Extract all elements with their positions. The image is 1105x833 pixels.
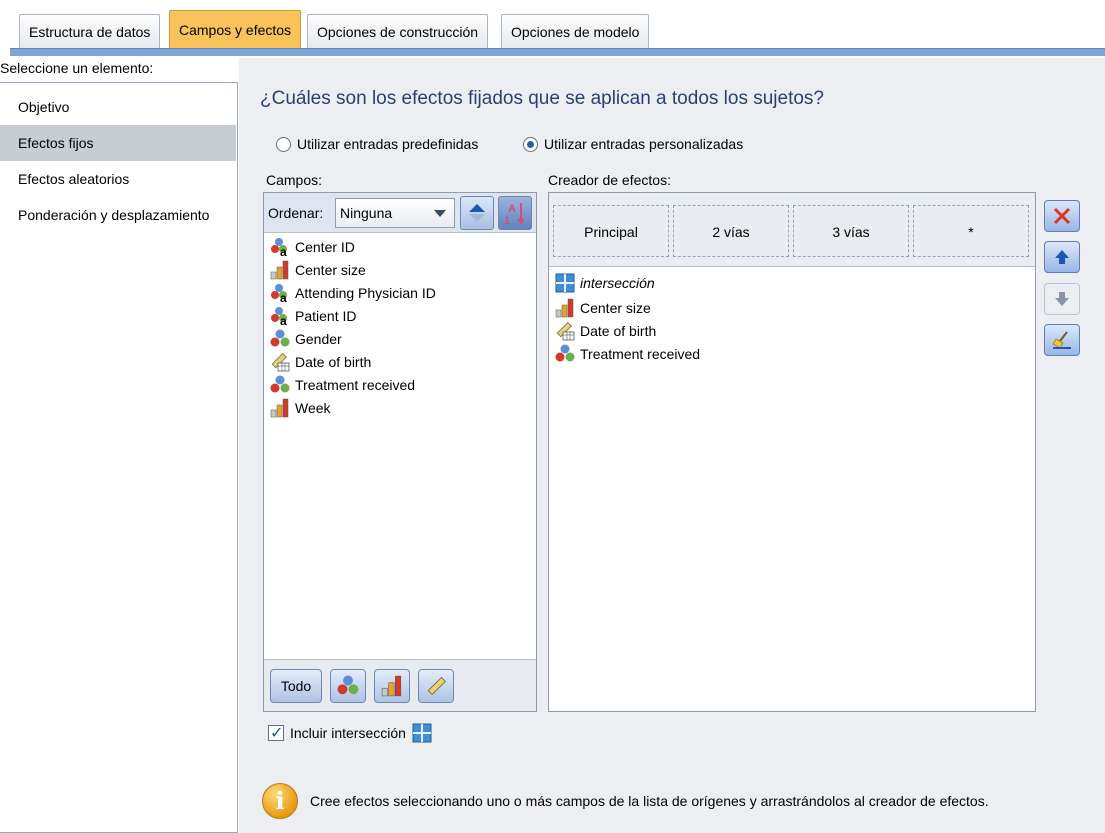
fields-label: Campos: bbox=[266, 172, 323, 188]
nominal-icon bbox=[555, 344, 575, 361]
include-intercept-checkbox[interactable]: Incluir intersección bbox=[268, 723, 432, 743]
ordinal-icon bbox=[270, 260, 289, 279]
intercept-icon bbox=[412, 723, 432, 743]
filter-all-button[interactable]: Todo bbox=[270, 669, 322, 703]
effect-item[interactable]: intersección bbox=[555, 271, 655, 294]
filter-scale-button[interactable] bbox=[418, 669, 454, 703]
scale-date-icon bbox=[271, 352, 290, 371]
field-name: Center size bbox=[295, 261, 366, 278]
nominal-icon bbox=[270, 375, 290, 392]
sort-direction-button[interactable] bbox=[460, 196, 494, 230]
sort-arrows-icon bbox=[469, 204, 485, 222]
left-item-ponderacion[interactable]: Ponderación y desplazamiento bbox=[0, 197, 236, 233]
left-item-efectos-fijos[interactable]: Efectos fijos bbox=[0, 125, 236, 161]
ruler-icon bbox=[427, 676, 446, 696]
move-down-button[interactable] bbox=[1044, 283, 1080, 315]
builder-column-header: Principal 2 vías 3 vías * bbox=[549, 193, 1035, 267]
column-3-way[interactable]: 3 vías bbox=[793, 205, 909, 257]
page-question: ¿Cuáles son los efectos fijados que se a… bbox=[260, 88, 824, 109]
clear-effects-button[interactable] bbox=[1044, 324, 1080, 356]
field-item[interactable]: a Attending Physician ID bbox=[270, 281, 436, 304]
radio-predefined-circle[interactable] bbox=[276, 136, 291, 152]
svg-text:a: a bbox=[280, 291, 287, 303]
svg-text:a: a bbox=[280, 245, 287, 257]
sort-dropdown[interactable]: Ninguna bbox=[335, 198, 455, 228]
radio-custom-label: Utilizar entradas personalizadas bbox=[544, 136, 744, 152]
intercept-icon bbox=[555, 273, 575, 292]
tab-campos-y-efectos[interactable]: Campos y efectos bbox=[169, 10, 302, 48]
ordinal-icon bbox=[555, 298, 574, 317]
svg-text:a: a bbox=[280, 314, 287, 326]
fields-list[interactable]: Ordenar: Ninguna A 1 a Center ID Center … bbox=[263, 192, 537, 712]
field-item[interactable]: Date of birth bbox=[270, 350, 371, 373]
info-message: Cree efectos seleccionando uno o más cam… bbox=[310, 793, 989, 809]
select-element-label: Seleccione un elemento: bbox=[0, 60, 154, 76]
filter-ordinal-button[interactable] bbox=[374, 669, 410, 703]
delete-icon bbox=[1053, 207, 1071, 225]
effect-name: intersección bbox=[580, 274, 655, 291]
ordinal-icon bbox=[270, 398, 289, 417]
field-name: Center ID bbox=[295, 238, 355, 255]
tab-estructura-de-datos[interactable]: Estructura de datos bbox=[19, 14, 161, 48]
sort-alpha-icon: A 1 bbox=[504, 203, 525, 227]
field-name: Patient ID bbox=[295, 307, 357, 324]
field-name: Treatment received bbox=[295, 376, 416, 393]
arrow-up-icon bbox=[1055, 250, 1069, 264]
effect-item[interactable]: Treatment received bbox=[555, 342, 700, 365]
effect-name: Center size bbox=[580, 299, 651, 316]
move-up-button[interactable] bbox=[1044, 241, 1080, 273]
effect-item[interactable]: Date of birth bbox=[555, 319, 656, 342]
field-name: Gender bbox=[295, 330, 342, 347]
info-icon: i bbox=[262, 783, 298, 819]
arrow-down-icon bbox=[1055, 292, 1069, 306]
field-item[interactable]: Treatment received bbox=[270, 373, 415, 396]
effect-builder[interactable]: Principal 2 vías 3 vías * intersección C… bbox=[548, 192, 1036, 712]
column-principal[interactable]: Principal bbox=[553, 205, 669, 257]
field-name: Week bbox=[295, 399, 331, 416]
delete-effect-button[interactable] bbox=[1044, 200, 1080, 232]
fields-filter-bar: Todo bbox=[264, 659, 536, 711]
filter-nominal-button[interactable] bbox=[330, 669, 366, 703]
sort-value: Ninguna bbox=[340, 205, 393, 221]
column-star[interactable]: * bbox=[913, 205, 1029, 257]
sort-alphabetical-button[interactable]: A 1 bbox=[498, 196, 532, 230]
include-intercept-label: Incluir intersección bbox=[290, 725, 406, 741]
nominal-icon bbox=[270, 329, 290, 346]
left-item-efectos-aleatorios[interactable]: Efectos aleatorios bbox=[0, 161, 236, 197]
nominal-text-icon: a bbox=[271, 283, 287, 303]
field-item[interactable]: Week bbox=[270, 396, 331, 419]
sort-bar: Ordenar: Ninguna A 1 bbox=[264, 193, 536, 233]
nominal-icon bbox=[337, 675, 359, 695]
include-intercept-box[interactable] bbox=[268, 723, 284, 742]
left-item-objetivo[interactable]: Objetivo bbox=[0, 89, 236, 125]
field-name: Attending Physician ID bbox=[295, 284, 436, 301]
tab-opciones-de-construccion[interactable]: Opciones de construcción bbox=[307, 14, 489, 48]
field-item[interactable]: a Patient ID bbox=[270, 304, 356, 327]
element-list: Objetivo Efectos fijos Efectos aleatorio… bbox=[0, 82, 238, 833]
ordinal-icon bbox=[381, 675, 402, 697]
nominal-text-icon: a bbox=[271, 237, 287, 257]
field-name: Date of birth bbox=[295, 353, 372, 370]
radio-custom[interactable]: Utilizar entradas personalizadas bbox=[523, 136, 743, 152]
radio-predefined[interactable]: Utilizar entradas predefinidas bbox=[276, 136, 478, 152]
tab-opciones-de-modelo[interactable]: Opciones de modelo bbox=[501, 14, 650, 48]
radio-predefined-label: Utilizar entradas predefinidas bbox=[297, 136, 479, 152]
scale-date-icon bbox=[556, 321, 575, 340]
field-item[interactable]: Gender bbox=[270, 327, 342, 350]
broom-icon bbox=[1052, 331, 1071, 349]
svg-text:1: 1 bbox=[504, 215, 510, 227]
builder-label: Creador de efectos: bbox=[548, 172, 671, 188]
sort-label: Ordenar: bbox=[268, 205, 324, 221]
svg-text:A: A bbox=[508, 203, 516, 215]
nominal-text-icon: a bbox=[271, 306, 287, 326]
column-2-way[interactable]: 2 vías bbox=[673, 205, 789, 257]
tab-strip bbox=[10, 48, 1105, 56]
chevron-down-icon bbox=[434, 210, 446, 217]
radio-custom-circle[interactable] bbox=[523, 136, 538, 152]
field-item[interactable]: a Center ID bbox=[270, 235, 355, 258]
effect-name: Date of birth bbox=[580, 322, 657, 339]
field-item[interactable]: Center size bbox=[270, 258, 366, 281]
effect-name: Treatment received bbox=[580, 345, 701, 362]
effect-item[interactable]: Center size bbox=[555, 296, 651, 319]
